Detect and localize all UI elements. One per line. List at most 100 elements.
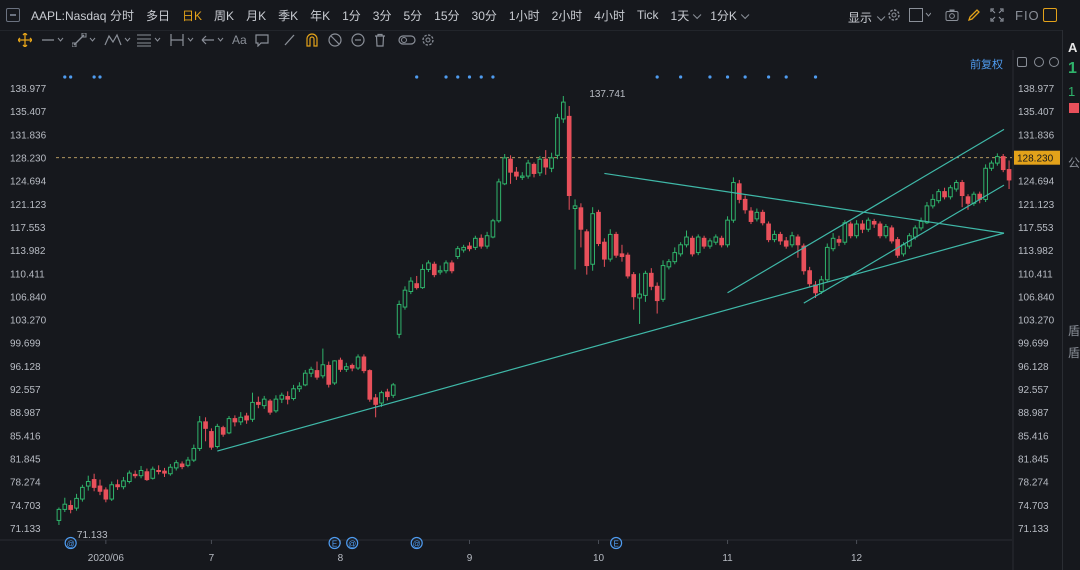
candle-body-125[interactable] [789,235,795,246]
candle-body-21[interactable] [179,463,185,468]
candle-body-43[interactable] [308,368,314,374]
candle-body-105[interactable] [672,252,678,263]
period-2[interactable]: 多日 [140,7,176,24]
candle-body-104[interactable] [666,261,672,268]
dividend-dot-17[interactable] [813,75,818,79]
note-tool-icon[interactable] [255,33,269,48]
candle-body-13[interactable] [132,473,138,477]
dividend-dot-15[interactable] [767,75,771,79]
period-8[interactable]: 1分 [336,7,367,24]
compare-toggle-icon[interactable] [398,33,416,47]
candle-body-62[interactable] [420,268,425,289]
candle-body-5[interactable] [85,481,91,487]
period-18[interactable]: 1分K [704,7,752,24]
candle-body-109[interactable] [695,236,701,254]
dividend-dot-0[interactable] [63,75,67,79]
candle-body-16[interactable] [150,468,156,479]
event-marker-2[interactable]: @ [348,540,356,549]
candle-body-10[interactable] [115,484,120,488]
pattern-tool-icon[interactable] [104,33,134,47]
candle-body-28[interactable] [220,427,226,435]
lock-drawings-icon[interactable] [351,33,365,47]
candle-body-127[interactable] [801,245,807,272]
candle-body-111[interactable] [707,240,713,247]
zoom-in-icon[interactable] [1049,57,1059,67]
candle-body-150[interactable] [936,191,942,202]
candle-body-107[interactable] [684,236,689,246]
symbol-label[interactable]: AAPL:Nasdaq [31,9,106,23]
period-12[interactable]: 30分 [466,7,503,24]
candle-body-98[interactable] [631,274,637,298]
period-7[interactable]: 年K [304,7,336,24]
candle-body-48[interactable] [338,359,343,370]
candle-body-115[interactable] [731,182,736,221]
candle-body-36[interactable] [267,400,273,413]
trendline-tool-icon[interactable] [71,32,100,48]
candle-body-146[interactable] [912,227,918,238]
candle-body-63[interactable] [426,262,431,270]
candle-body-3[interactable] [74,497,79,509]
dividend-dot-7[interactable] [467,75,472,79]
candle-body-32[interactable] [244,415,249,421]
candle-body-35[interactable] [261,398,267,407]
candle-body-59[interactable] [402,289,408,308]
candle-body-4[interactable] [80,486,85,500]
candle-body-27[interactable] [214,425,220,447]
period-4[interactable]: 周K [208,7,240,24]
candle-body-8[interactable] [103,489,109,500]
dividend-dot-12[interactable] [708,75,712,79]
candle-body-86[interactable] [561,101,566,120]
candle-body-89[interactable] [578,207,584,230]
candle-body-161[interactable] [1000,156,1006,171]
dividend-dot-6[interactable] [456,75,460,79]
event-marker-0[interactable]: @ [67,540,75,549]
candle-body-53[interactable] [367,370,373,400]
magnet-icon[interactable] [305,33,319,47]
candle-body-78[interactable] [514,171,519,177]
crosshair-move-icon[interactable] [17,32,33,48]
candle-body-121[interactable] [766,223,771,241]
period-10[interactable]: 5分 [397,7,428,24]
period-3[interactable]: 日K [176,7,208,24]
price-adjust-toggle[interactable]: 前复权 [970,56,1003,72]
candle-body-52[interactable] [361,356,367,372]
candle-body-92[interactable] [596,211,601,245]
candle-body-118[interactable] [748,210,754,222]
candle-body-136[interactable] [854,223,859,237]
period-9[interactable]: 3分 [367,7,398,24]
brush-tool-icon[interactable] [283,33,297,47]
candle-body-100[interactable] [643,272,648,296]
candle-body-99[interactable] [637,293,642,299]
candle-body-39[interactable] [285,396,290,400]
candle-body-101[interactable] [648,272,654,287]
candle-body-130[interactable] [819,279,824,292]
candle-body-148[interactable] [924,205,930,224]
candle-body-81[interactable] [531,163,537,174]
candle-body-133[interactable] [836,239,842,243]
fullscreen-icon[interactable] [990,8,1004,22]
candle-body-18[interactable] [162,470,167,474]
candle-body-73[interactable] [484,235,490,247]
candle-body-49[interactable] [344,366,349,370]
candle-body-41[interactable] [297,385,302,390]
candle-body-12[interactable] [126,472,132,483]
dividend-dot-10[interactable] [655,75,659,79]
candle-body-68[interactable] [455,248,461,257]
panel-toggle-icon[interactable] [6,8,20,22]
candle-body-23[interactable] [191,447,197,461]
candle-body-69[interactable] [461,246,466,251]
dividend-dot-2[interactable] [92,75,96,79]
candle-body-50[interactable] [349,364,355,369]
dividend-dot-16[interactable] [784,75,788,79]
candle-body-29[interactable] [226,418,232,434]
candle-body-162[interactable] [1006,169,1012,181]
candle-body-90[interactable] [584,231,590,267]
candle-body-47[interactable] [332,360,337,384]
candle-body-139[interactable] [871,220,877,225]
candlestick-chart[interactable]: 138.977 138.977 135.407 135.407 131.836 131.8… [0,50,1062,570]
candle-body-149[interactable] [930,198,936,207]
candle-body-132[interactable] [830,237,836,250]
range-tool-icon[interactable] [170,33,198,47]
candle-body-124[interactable] [783,240,789,247]
candle-body-25[interactable] [203,421,208,429]
